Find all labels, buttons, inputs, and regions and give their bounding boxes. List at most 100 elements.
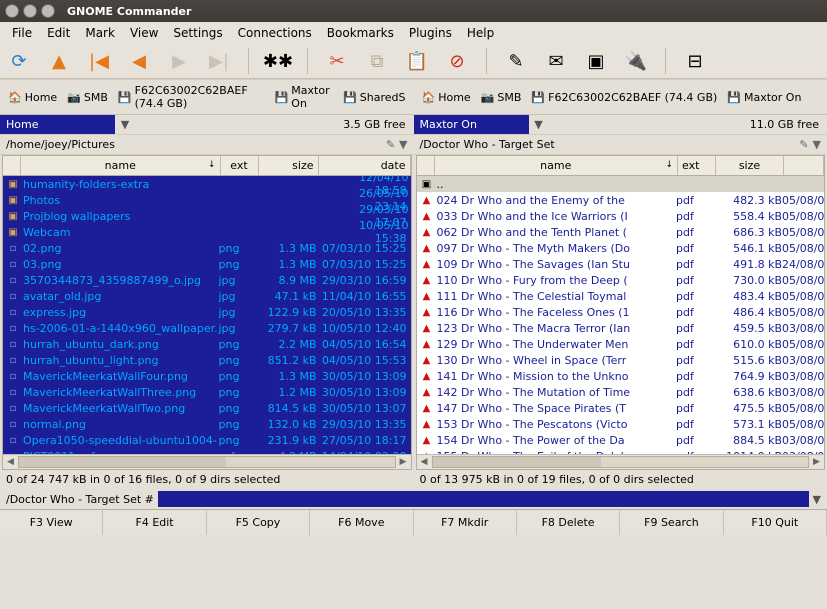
- edit-icon[interactable]: ✎: [503, 48, 529, 74]
- col-date[interactable]: date: [319, 156, 411, 175]
- fkey-f3[interactable]: F3 View: [0, 510, 103, 535]
- refresh-icon[interactable]: ⟳: [6, 48, 32, 74]
- up-icon[interactable]: ▲: [46, 48, 72, 74]
- location-smb[interactable]: 📷SMB: [64, 90, 111, 105]
- chevron-down-icon[interactable]: ▼: [399, 138, 407, 151]
- mail-icon[interactable]: ✉: [543, 48, 569, 74]
- fkey-f8[interactable]: F8 Delete: [517, 510, 620, 535]
- menu-plugins[interactable]: Plugins: [403, 24, 458, 42]
- file-row[interactable]: ▲111 Dr Who - The Celestial Toymalpdf483…: [417, 288, 825, 304]
- col-name[interactable]: name↓: [21, 156, 221, 175]
- first-icon[interactable]: |◀: [86, 48, 112, 74]
- paste-icon[interactable]: 📋: [404, 48, 430, 74]
- history-icon[interactable]: ✎: [799, 138, 808, 151]
- remote-icon[interactable]: 🔌: [623, 48, 649, 74]
- location-home[interactable]: 🏠Home: [419, 90, 474, 105]
- select-icon[interactable]: ✱✱: [265, 48, 291, 74]
- file-row[interactable]: ▫hs-2006-01-a-1440x960_wallpaper.jpg279.…: [3, 320, 411, 336]
- file-row[interactable]: ▲123 Dr Who - The Macra Terror (Ianpdf45…: [417, 320, 825, 336]
- col-size[interactable]: size: [716, 156, 784, 175]
- fkey-f4[interactable]: F4 Edit: [103, 510, 206, 535]
- location-home[interactable]: 🏠Home: [5, 90, 60, 105]
- window-min-icon[interactable]: [23, 4, 37, 18]
- chevron-down-icon[interactable]: ▼: [813, 138, 821, 151]
- file-row[interactable]: ▲033 Dr Who and the Ice Warriors (Ipdf55…: [417, 208, 825, 224]
- location-f62c63002c62baef-74-4-gb-[interactable]: 💾F62C63002C62BAEF (74.4 GB): [115, 83, 268, 111]
- location-maxtor-on[interactable]: 💾Maxtor On: [724, 90, 804, 105]
- file-row[interactable]: ▲147 Dr Who - The Space Pirates (Tpdf475…: [417, 400, 825, 416]
- window-close-icon[interactable]: [5, 4, 19, 18]
- file-row[interactable]: ▣..: [417, 176, 825, 192]
- file-row[interactable]: ▫Opera1050-speeddial-ubuntu1004-png231.9…: [3, 432, 411, 448]
- file-row[interactable]: ▫3570344873_4359887499_o.jpgjpg8.9 MB29/…: [3, 272, 411, 288]
- file-row[interactable]: ▲154 Dr Who - The Power of the Dapdf884.…: [417, 432, 825, 448]
- file-row[interactable]: ▲130 Dr Who - Wheel in Space (Terrpdf515…: [417, 352, 825, 368]
- file-row[interactable]: ▲153 Dr Who - The Pescatons (Victopdf573…: [417, 416, 825, 432]
- menu-help[interactable]: Help: [461, 24, 500, 42]
- file-row[interactable]: ▫MaverickMeerkatWallFour.pngpng1.3 MB30/…: [3, 368, 411, 384]
- cut-icon[interactable]: ✂: [324, 48, 350, 74]
- file-row[interactable]: ▲024 Dr Who and the Enemy of the pdf482.…: [417, 192, 825, 208]
- fkey-f6[interactable]: F6 Move: [310, 510, 413, 535]
- file-ext: pdf: [676, 354, 714, 367]
- copy-icon[interactable]: ⧉: [364, 48, 390, 74]
- col-ext[interactable]: ext: [221, 156, 259, 175]
- left-device-label[interactable]: Home: [0, 115, 115, 134]
- col-date[interactable]: [784, 156, 824, 175]
- menu-edit[interactable]: Edit: [41, 24, 76, 42]
- file-row[interactable]: ▲116 Dr Who - The Faceless Ones (1pdf486…: [417, 304, 825, 320]
- chevron-down-icon[interactable]: ▼: [529, 118, 549, 131]
- right-hscroll[interactable]: ◀▶: [417, 454, 825, 469]
- file-row[interactable]: ▫03.pngpng1.3 MB07/03/10 15:25: [3, 256, 411, 272]
- file-row[interactable]: ▲142 Dr Who - The Mutation of Timepdf638…: [417, 384, 825, 400]
- right-path[interactable]: /Doctor Who - Target Set ✎▼: [414, 134, 827, 155]
- file-row[interactable]: ▲062 Dr Who and the Tenth Planet (pdf686…: [417, 224, 825, 240]
- fkey-f7[interactable]: F7 Mkdir: [414, 510, 517, 535]
- file-row[interactable]: ▲110 Dr Who - Fury from the Deep (pdf730…: [417, 272, 825, 288]
- menu-connections[interactable]: Connections: [232, 24, 318, 42]
- delete-icon[interactable]: ⊘: [444, 48, 470, 74]
- file-row[interactable]: ▫hurrah_ubuntu_light.pngpng851.2 kB04/05…: [3, 352, 411, 368]
- file-row[interactable]: ▫MaverickMeerkatWallTwo.pngpng814.5 kB30…: [3, 400, 411, 416]
- file-row[interactable]: ▲109 Dr Who - The Savages (Ian Stupdf491…: [417, 256, 825, 272]
- file-row[interactable]: ▣Webcam10/05/10 15:38: [3, 224, 411, 240]
- menu-file[interactable]: File: [6, 24, 38, 42]
- col-name[interactable]: name↓: [435, 156, 679, 175]
- left-hscroll[interactable]: ◀▶: [3, 454, 411, 469]
- window-max-icon[interactable]: [41, 4, 55, 18]
- fkey-f9[interactable]: F9 Search: [620, 510, 723, 535]
- file-row[interactable]: ▫02.pngpng1.3 MB07/03/10 15:25: [3, 240, 411, 256]
- file-row[interactable]: ▲097 Dr Who - The Myth Makers (Dopdf546.…: [417, 240, 825, 256]
- terminal-icon[interactable]: ▣: [583, 48, 609, 74]
- file-row[interactable]: ▫normal.pngpng132.0 kB29/03/10 13:35: [3, 416, 411, 432]
- file-row[interactable]: ▫MaverickMeerkatWallThree.pngpng1.2 MB30…: [3, 384, 411, 400]
- location-shareds[interactable]: 💾SharedS: [340, 90, 408, 105]
- col-ext[interactable]: ext: [678, 156, 716, 175]
- col-icon[interactable]: [417, 156, 435, 175]
- chevron-down-icon[interactable]: ▼: [813, 493, 821, 506]
- menu-view[interactable]: View: [124, 24, 164, 42]
- location-f62c63002c62baef-74-4-gb-[interactable]: 💾F62C63002C62BAEF (74.4 GB): [528, 90, 720, 105]
- history-icon[interactable]: ✎: [386, 138, 395, 151]
- left-path[interactable]: /home/joey/Pictures ✎▼: [0, 134, 414, 155]
- col-size[interactable]: size: [259, 156, 319, 175]
- file-row[interactable]: ▲141 Dr Who - Mission to the Unknopdf764…: [417, 368, 825, 384]
- chevron-down-icon[interactable]: ▼: [115, 118, 135, 131]
- right-device-label[interactable]: Maxtor On: [414, 115, 529, 134]
- menu-bookmarks[interactable]: Bookmarks: [321, 24, 400, 42]
- file-row[interactable]: ▫hurrah_ubuntu_dark.pngpng2.2 MB04/05/10…: [3, 336, 411, 352]
- col-icon[interactable]: [3, 156, 21, 175]
- file-row[interactable]: ▲129 Dr Who - The Underwater Menpdf610.0…: [417, 336, 825, 352]
- command-input[interactable]: [158, 491, 809, 507]
- fkey-f10[interactable]: F10 Quit: [724, 510, 827, 535]
- location-maxtor-on[interactable]: 💾Maxtor On: [272, 83, 337, 111]
- file-size: 1.3 MB: [257, 242, 317, 255]
- menu-mark[interactable]: Mark: [79, 24, 121, 42]
- file-row[interactable]: ▫express.jpgjpg122.9 kB20/05/10 13:35: [3, 304, 411, 320]
- drive-icon[interactable]: ⊟: [682, 48, 708, 74]
- menu-settings[interactable]: Settings: [167, 24, 228, 42]
- back-icon[interactable]: ◀: [126, 48, 152, 74]
- file-row[interactable]: ▫avatar_old.jpgjpg47.1 kB11/04/10 16:55: [3, 288, 411, 304]
- fkey-f5[interactable]: F5 Copy: [207, 510, 310, 535]
- location-smb[interactable]: 📷SMB: [478, 90, 525, 105]
